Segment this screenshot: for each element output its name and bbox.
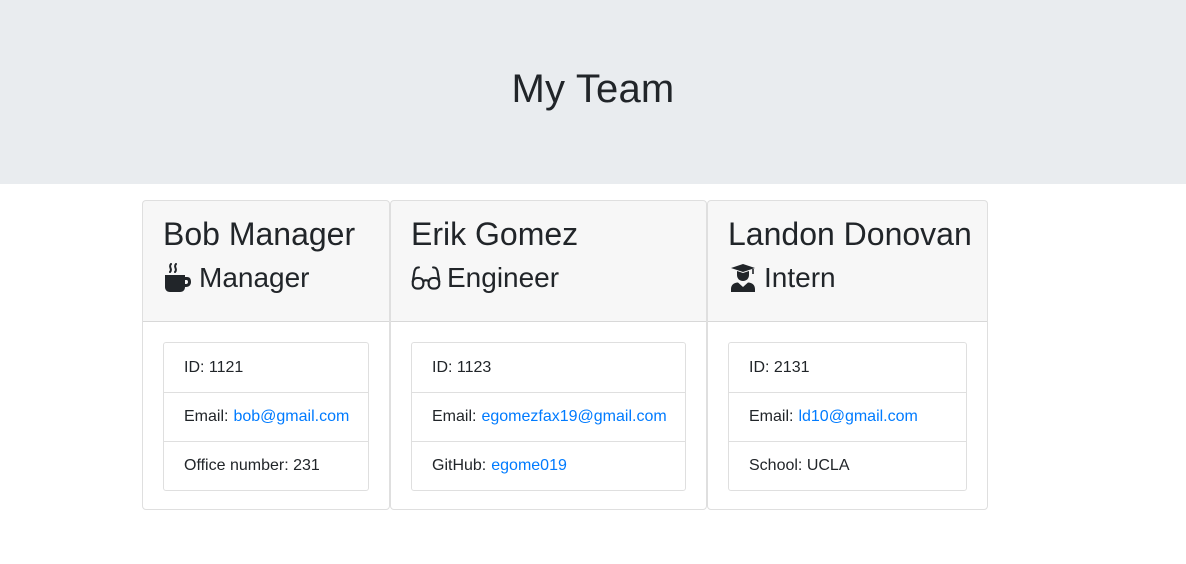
- user-graduate-icon: [728, 263, 758, 293]
- employee-name: Landon Donovan: [728, 216, 972, 252]
- card-body: ID: 1123 Email: egomezfax19@gmail.com Gi…: [391, 322, 706, 509]
- employee-role: Intern: [728, 261, 967, 295]
- github-item: GitHub: egome019: [412, 441, 685, 490]
- glasses-icon: [411, 263, 441, 293]
- card-body: ID: 2131 Email: ld10@gmail.com School: U…: [708, 322, 987, 509]
- email-item: Email: bob@gmail.com: [164, 392, 368, 441]
- email-label: Email:: [749, 408, 794, 425]
- id-item: ID: 1121: [184, 358, 244, 376]
- card-header: Bob Manager Manager: [143, 201, 389, 322]
- school-item: School: UCLA: [729, 441, 966, 490]
- info-list: ID: 1121 Email: bob@gmail.com Office num…: [163, 342, 369, 491]
- employee-card-intern: Landon Donovan Intern ID: 2131 Email: ld…: [707, 200, 988, 510]
- role-label: Manager: [199, 262, 310, 293]
- team-cards: Bob Manager Manager ID: 1121 Email: bob@…: [142, 200, 988, 510]
- employee-card-manager: Bob Manager Manager ID: 1121 Email: bob@…: [142, 200, 390, 510]
- header-jumbotron: My Team: [0, 0, 1186, 184]
- email-item: Email: ld10@gmail.com: [729, 392, 966, 441]
- id-item: ID: 1123: [432, 358, 492, 376]
- email-link[interactable]: ld10@gmail.com: [798, 408, 917, 426]
- email-label: Email:: [432, 408, 477, 425]
- email-item: Email: egomezfax19@gmail.com: [412, 392, 685, 441]
- github-label: GitHub:: [432, 457, 487, 474]
- info-list: ID: 2131 Email: ld10@gmail.com School: U…: [728, 342, 967, 491]
- email-label: Email:: [184, 408, 229, 425]
- info-list: ID: 1123 Email: egomezfax19@gmail.com Gi…: [411, 342, 686, 491]
- employee-name: Bob Manager: [163, 216, 356, 252]
- mug-hot-icon: [163, 263, 193, 293]
- role-label: Intern: [764, 262, 836, 293]
- employee-role: Engineer: [411, 261, 686, 295]
- employee-card-engineer: Erik Gomez Engineer ID: 1123 Email: egom…: [390, 200, 707, 510]
- page-title: My Team: [511, 66, 675, 111]
- card-header: Erik Gomez Engineer: [391, 201, 706, 322]
- id-item: ID: 2131: [749, 358, 810, 376]
- card-body: ID: 1121 Email: bob@gmail.com Office num…: [143, 322, 389, 509]
- email-link[interactable]: bob@gmail.com: [233, 408, 349, 426]
- github-link[interactable]: egome019: [491, 457, 567, 475]
- card-header: Landon Donovan Intern: [708, 201, 987, 322]
- email-link[interactable]: egomezfax19@gmail.com: [481, 408, 666, 426]
- role-label: Engineer: [447, 262, 560, 293]
- office-number-item: Office number: 231: [164, 441, 368, 490]
- employee-role: Manager: [163, 261, 369, 295]
- employee-name: Erik Gomez: [411, 216, 579, 252]
